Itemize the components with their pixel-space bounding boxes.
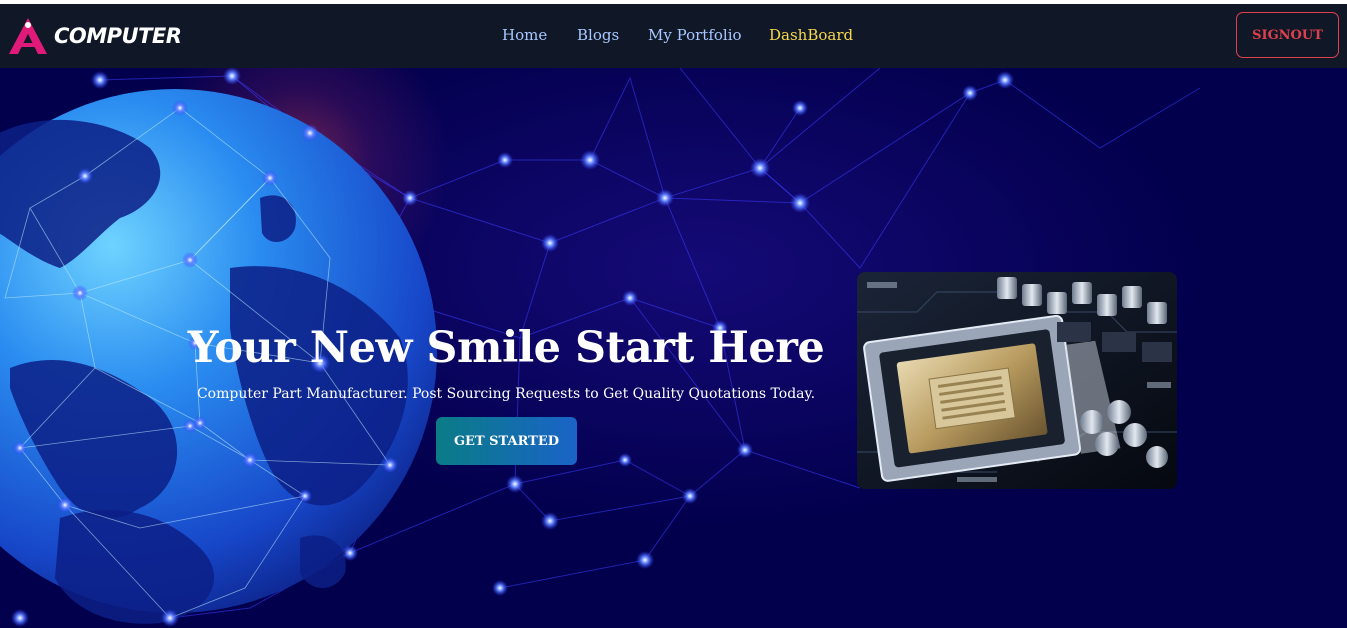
nav-home[interactable]: Home [502,26,547,44]
brand-logo[interactable]: COMPUTER [8,16,182,56]
main-nav: Home Blogs My Portfolio DashBoard [0,4,1347,68]
computer-motherboard-cpu-socket-photo [857,272,1177,489]
signout-button[interactable]: SIGNOUT [1236,12,1339,58]
nav-dashboard[interactable]: DashBoard [769,26,853,44]
navbar: COMPUTER Home Blogs My Portfolio DashBoa… [0,4,1347,68]
triangle-a-logo-icon [9,18,47,54]
brand-name: COMPUTER [54,24,182,48]
motherboard-image [857,272,1177,489]
nav-blogs[interactable]: Blogs [577,26,619,44]
nav-my-portfolio[interactable]: My Portfolio [648,26,742,44]
hero-section: Your New Smile Start Here Computer Part … [0,68,1347,628]
get-started-button[interactable]: GET STARTED [436,417,577,465]
